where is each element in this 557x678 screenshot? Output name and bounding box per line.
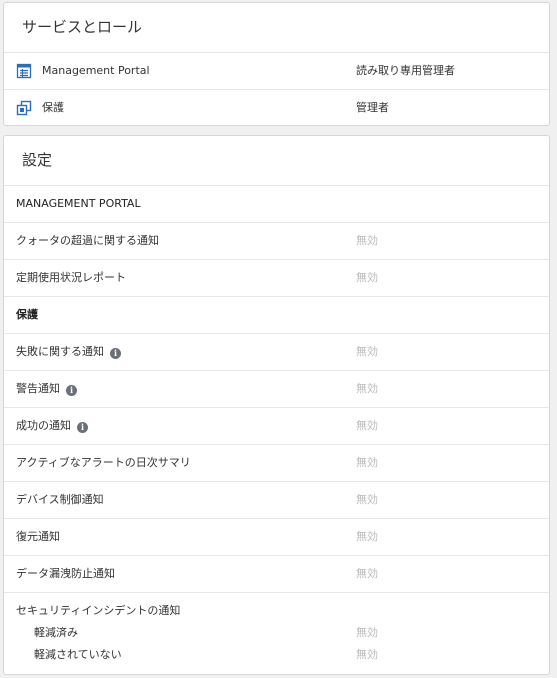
setting-label: 成功の通知 xyxy=(16,419,71,432)
section-label: MANAGEMENT PORTAL xyxy=(16,197,141,210)
section-header-protection: 保護 xyxy=(4,297,549,334)
setting-row-device-control[interactable]: デバイス制御通知 無効 xyxy=(4,482,549,519)
setting-value: 無効 xyxy=(356,234,378,247)
setting-label: アクティブなアラートの日次サマリ xyxy=(16,456,191,469)
info-icon[interactable]: i xyxy=(66,385,77,396)
setting-label: 失敗に関する通知 xyxy=(16,345,104,358)
info-icon[interactable]: i xyxy=(110,348,121,359)
setting-value: 無効 xyxy=(356,493,378,506)
info-icon[interactable]: i xyxy=(77,422,88,433)
setting-label: セキュリティインシデントの通知 xyxy=(16,604,181,617)
setting-label: 警告通知 xyxy=(16,382,60,395)
setting-value: 無効 xyxy=(356,345,378,358)
setting-block-security-incident: セキュリティインシデントの通知 軽減済み 無効 軽減されていない 無効 xyxy=(4,593,549,674)
service-row-management-portal: Management Portal 読み取り専用管理者 xyxy=(4,53,549,90)
setting-label: 復元通知 xyxy=(16,530,60,543)
setting-label: デバイス制御通知 xyxy=(16,493,104,506)
service-role: 管理者 xyxy=(356,101,389,114)
incident-sub-label-mitigated[interactable]: 軽減済み xyxy=(34,623,78,643)
portal-icon xyxy=(16,63,32,79)
services-roles-title: サービスとロール xyxy=(4,3,549,53)
setting-row-data-leak-prevention[interactable]: データ漏洩防止通知 無効 xyxy=(4,556,549,593)
setting-row-failure-notification[interactable]: 失敗に関する通知 i 無効 xyxy=(4,334,549,371)
setting-value: 無効 xyxy=(356,382,378,395)
services-roles-card: サービスとロール Management Portal 読み取り専用管理者 保護 … xyxy=(3,2,550,126)
setting-value: 無効 xyxy=(356,530,378,543)
setting-value: 無効 xyxy=(356,419,378,432)
setting-label: 定期使用状況レポート xyxy=(16,271,126,284)
section-header-management-portal: MANAGEMENT PORTAL xyxy=(4,186,549,223)
incident-sub-value-mitigated: 無効 xyxy=(356,626,378,639)
setting-label: クォータの超過に関する通知 xyxy=(16,234,159,247)
setting-value: 無効 xyxy=(356,271,378,284)
service-label: 保護 xyxy=(42,101,64,114)
setting-value: 無効 xyxy=(356,456,378,469)
setting-value: 無効 xyxy=(356,567,378,580)
section-label: 保護 xyxy=(16,308,38,321)
settings-card: 設定 MANAGEMENT PORTAL クォータの超過に関する通知 無効 定期… xyxy=(3,135,550,675)
incident-sub-label-not-mitigated[interactable]: 軽減されていない xyxy=(34,645,122,665)
setting-row-daily-alert-summary[interactable]: アクティブなアラートの日次サマリ 無効 xyxy=(4,445,549,482)
setting-row-success-notification[interactable]: 成功の通知 i 無効 xyxy=(4,408,549,445)
service-role: 読み取り専用管理者 xyxy=(356,64,455,77)
setting-row-usage-report[interactable]: 定期使用状況レポート 無効 xyxy=(4,260,549,297)
setting-row-quota-notification[interactable]: クォータの超過に関する通知 無効 xyxy=(4,223,549,260)
settings-title: 設定 xyxy=(4,136,549,186)
setting-row-recovery-notification[interactable]: 復元通知 無効 xyxy=(4,519,549,556)
setting-label: データ漏洩防止通知 xyxy=(16,567,115,580)
service-row-protection: 保護 管理者 xyxy=(4,90,549,125)
setting-row-warning-notification[interactable]: 警告通知 i 無効 xyxy=(4,371,549,408)
incident-sub-value-not-mitigated: 無効 xyxy=(356,648,378,661)
service-label: Management Portal xyxy=(42,64,150,77)
protection-icon xyxy=(16,100,32,116)
